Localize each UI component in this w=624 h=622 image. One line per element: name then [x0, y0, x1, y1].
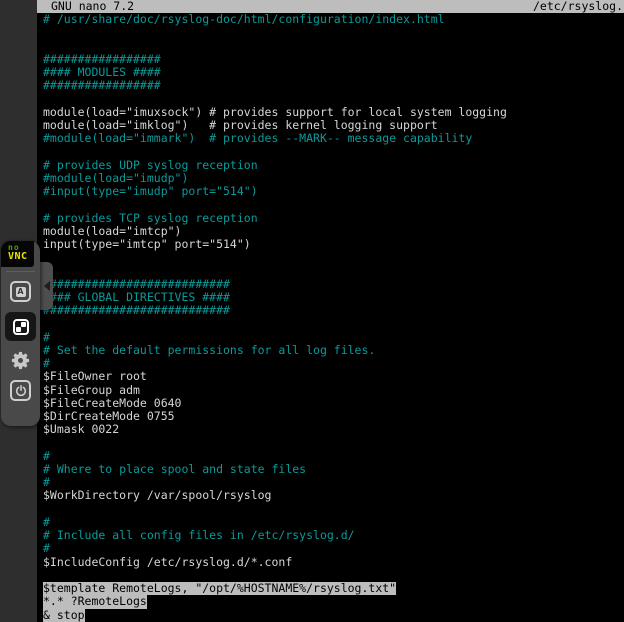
editor-line [43, 198, 624, 211]
keyboard-button[interactable]: A [10, 281, 31, 302]
collapse-arrow-icon [44, 281, 50, 291]
editor-line [43, 317, 624, 330]
editor-line: $FileCreateMode 0640 [43, 397, 624, 410]
editor-line: # [43, 476, 624, 489]
nano-filename: /etc/rsyslog. [533, 0, 624, 13]
editor-line: #module(load="immark") # provides --MARK… [43, 132, 624, 145]
editor-line-selected: *.* ?RemoteLogs [43, 595, 624, 608]
editor-line: ########################### [43, 304, 624, 317]
power-icon [10, 380, 31, 401]
novnc-logo-vnc: VNC [8, 252, 34, 262]
fullscreen-button[interactable] [5, 312, 36, 341]
editor-line [43, 437, 624, 450]
editor-line: # /usr/share/doc/rsyslog-doc/html/config… [43, 13, 624, 26]
editor-line: #input(type="imudp" port="514") [43, 185, 624, 198]
editor-line [43, 569, 624, 582]
editor-line: # [43, 331, 624, 344]
fullscreen-icon [13, 319, 29, 335]
novnc-control-bar: no VNC A [1, 241, 40, 426]
editor-line [43, 145, 624, 158]
editor-line: # [43, 357, 624, 370]
editor-line [43, 39, 624, 52]
editor-line: $Umask 0022 [43, 423, 624, 436]
editor-line: # Where to place spool and state files [43, 463, 624, 476]
editor-line: input(type="imtcp" port="514") [43, 238, 624, 251]
editor-line: #module(load="imudp") [43, 172, 624, 185]
editor-line: # [43, 542, 624, 555]
editor-line: $DirCreateMode 0755 [43, 410, 624, 423]
power-button[interactable] [10, 380, 31, 401]
editor-line: $FileGroup adm [43, 384, 624, 397]
editor-line: #### GLOBAL DIRECTIVES #### [43, 291, 624, 304]
novnc-logo: no VNC [1, 241, 34, 267]
editor-line: module(load="imklog") # provides kernel … [43, 119, 624, 132]
editor-line-selected: & stop [43, 609, 624, 622]
gear-icon [11, 351, 30, 370]
editor-line: # Set the default permissions for all lo… [43, 344, 624, 357]
editor-line: $IncludeConfig /etc/rsyslog.d/*.conf [43, 556, 624, 569]
editor-line: # provides TCP syslog reception [43, 212, 624, 225]
screen: GNU nano 7.2 /etc/rsyslog. # /usr/share/… [0, 0, 624, 622]
editor-line [43, 264, 624, 277]
settings-button[interactable] [11, 351, 30, 370]
editor-line: # [43, 450, 624, 463]
editor-line: module(load="imuxsock") # provides suppo… [43, 106, 624, 119]
editor-content[interactable]: # /usr/share/doc/rsyslog-doc/html/config… [43, 13, 624, 622]
keyboard-icon: A [10, 281, 31, 302]
terminal-canvas[interactable]: GNU nano 7.2 /etc/rsyslog. # /usr/share/… [37, 0, 624, 622]
editor-line [43, 26, 624, 39]
editor-line [43, 92, 624, 105]
editor-line [43, 251, 624, 264]
editor-line: $FileOwner root [43, 370, 624, 383]
editor-line: # Include all config files in /etc/rsysl… [43, 529, 624, 542]
editor-line: ################# [43, 79, 624, 92]
editor-line: # provides UDP syslog reception [43, 159, 624, 172]
editor-line: ################# [43, 53, 624, 66]
editor-line: $WorkDirectory /var/spool/rsyslog [43, 489, 624, 502]
editor-line: module(load="imtcp") [43, 225, 624, 238]
editor-line: #### MODULES #### [43, 66, 624, 79]
editor-line-selected: $template RemoteLogs, "/opt/%HOSTNAME%/r… [43, 582, 624, 595]
editor-line: ########################### [43, 278, 624, 291]
editor-line: # [43, 516, 624, 529]
editor-line [43, 503, 624, 516]
